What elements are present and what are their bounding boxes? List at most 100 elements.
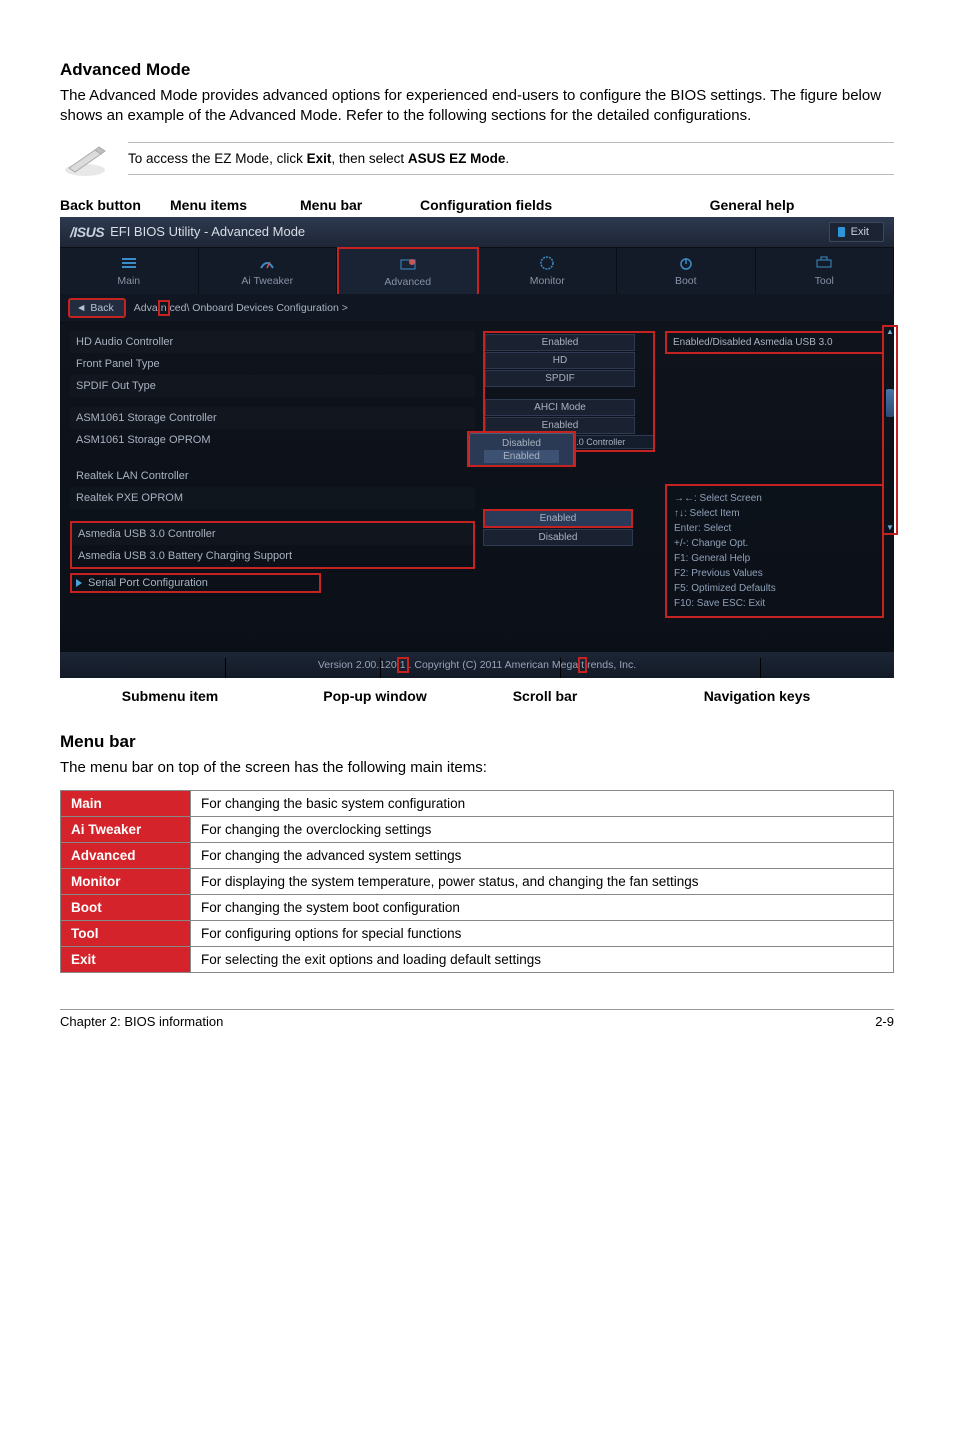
mid-column: Enabled HD SPDIF AHCI Mode Enabled Asmed…: [479, 323, 659, 651]
note-text: To access the EZ Mode, click Exit, then …: [128, 142, 894, 175]
bios-footer: Version 2.00.1201. Copyright (C) 2011 Am…: [60, 651, 894, 678]
lbl-spdif: SPDIF Out Type: [70, 380, 475, 392]
footer-mid: . Copyright (C) 2011 American Mega: [409, 659, 579, 671]
tv-ai: For changing the overclocking settings: [191, 816, 894, 842]
section2-body: The menu bar on top of the screen has th…: [60, 758, 894, 778]
table-row: ExitFor selecting the exit options and l…: [61, 946, 894, 972]
scroll-down-icon[interactable]: ▼: [885, 523, 895, 533]
back-button[interactable]: ◄ Back: [68, 298, 126, 318]
crumb-hl: n: [158, 300, 170, 316]
table-row: MainFor changing the basic system config…: [61, 790, 894, 816]
nav-line-2: Enter: Select: [674, 521, 875, 536]
bios-panel: /ISUS EFI BIOS Utility - Advanced Mode E…: [60, 217, 894, 678]
note-row: To access the EZ Mode, click Exit, then …: [60, 139, 894, 179]
val-usb-enabled[interactable]: Enabled: [483, 509, 633, 528]
lbl-usb30-batt: Asmedia USB 3.0 Battery Charging Support: [72, 550, 473, 562]
exit-button[interactable]: Exit: [829, 222, 884, 242]
footer-right: 2-9: [875, 1014, 894, 1029]
row-asm-oprom[interactable]: ASM1061 Storage OPROM: [70, 429, 475, 451]
row-realtek-pxe[interactable]: Realtek PXE OPROM: [70, 487, 475, 509]
back-row: ◄ Back Advanced\ Onboard Devices Configu…: [60, 294, 894, 323]
tk-ai: Ai Tweaker: [61, 816, 191, 842]
tk-boot: Boot: [61, 894, 191, 920]
tab-monitor[interactable]: Monitor: [479, 248, 618, 294]
lbl-serial: Serial Port Configuration: [88, 577, 208, 589]
row-hd-audio[interactable]: HD Audio Controller: [70, 331, 475, 353]
val-ahci[interactable]: AHCI Mode: [485, 399, 635, 416]
row-usb30[interactable]: Asmedia USB 3.0 Controller: [72, 523, 473, 545]
bios-body: HD Audio Controller Front Panel Type SPD…: [60, 323, 894, 651]
monitor-icon: [479, 255, 617, 271]
exit-label: Exit: [851, 226, 869, 238]
note-icon: [60, 139, 110, 179]
asus-logo: /ISUS: [70, 224, 104, 240]
top-labels-row: Back button Menu items Menu bar Configur…: [60, 197, 894, 213]
footer-pre: Version 2.00.120: [318, 659, 397, 671]
page-footer: Chapter 2: BIOS information 2-9: [60, 1009, 894, 1029]
tweaker-icon: [199, 255, 337, 271]
note-post: .: [505, 151, 509, 166]
tab-boot[interactable]: Boot: [617, 248, 756, 294]
nav-line-5: F2: Previous Values: [674, 566, 875, 581]
tab-main-label: Main: [117, 275, 140, 287]
crumb-post: ced\ Onboard Devices Configuration >: [170, 302, 348, 314]
tv-adv: For changing the advanced system setting…: [191, 842, 894, 868]
tab-main[interactable]: Main: [60, 248, 199, 294]
exit-icon: [838, 227, 845, 237]
tv-main: For changing the basic system configurat…: [191, 790, 894, 816]
tab-advanced-label: Advanced: [384, 276, 431, 288]
row-realtek-lan[interactable]: Realtek LAN Controller: [70, 465, 475, 487]
back-arrow-icon: ◄: [76, 302, 86, 314]
boot-icon: [617, 255, 755, 271]
row-spdif[interactable]: SPDIF Out Type: [70, 375, 475, 397]
footer-post: rends, Inc.: [587, 659, 636, 671]
tk-mon: Monitor: [61, 868, 191, 894]
nav-line-0: →←: Select Screen: [674, 491, 875, 506]
table-row: BootFor changing the system boot configu…: [61, 894, 894, 920]
label-general-help: General help: [610, 197, 894, 213]
tv-mon: For displaying the system temperature, p…: [191, 868, 894, 894]
note-pre: To access the EZ Mode, click: [128, 151, 307, 166]
label-popup: Pop-up window: [280, 688, 470, 704]
note-bold1: Exit: [307, 151, 332, 166]
tab-advanced[interactable]: Advanced: [337, 247, 479, 294]
lbl-front-panel: Front Panel Type: [70, 358, 475, 370]
footer-hl2: t: [578, 657, 587, 673]
row-front-panel[interactable]: Front Panel Type: [70, 353, 475, 375]
nav-line-4: F1: General Help: [674, 551, 875, 566]
scroll-up-icon[interactable]: ▲: [885, 327, 895, 337]
lbl-realtek-pxe: Realtek PXE OPROM: [70, 492, 475, 504]
label-scrollbar: Scroll bar: [470, 688, 620, 704]
menubar-table: MainFor changing the basic system config…: [60, 790, 894, 973]
popup-outline: [467, 431, 576, 467]
label-config-fields: Configuration fields: [420, 197, 610, 213]
tv-tool: For configuring options for special func…: [191, 920, 894, 946]
row-usb30-batt[interactable]: Asmedia USB 3.0 Battery Charging Support: [72, 545, 473, 567]
tv-exit: For selecting the exit options and loadi…: [191, 946, 894, 972]
tab-tool-label: Tool: [815, 275, 834, 287]
bios-tabs: Main Ai Tweaker Advanced Monitor Boot To…: [60, 248, 894, 294]
usb-group-outline: Asmedia USB 3.0 Controller Asmedia USB 3…: [70, 521, 475, 569]
scroll-thumb[interactable]: [886, 389, 894, 417]
advanced-icon: [339, 256, 477, 272]
row-asm-ctrl[interactable]: ASM1061 Storage Controller: [70, 407, 475, 429]
tk-adv: Advanced: [61, 842, 191, 868]
val-spdif[interactable]: SPDIF: [485, 370, 635, 387]
label-menu-bar: Menu bar: [300, 197, 420, 213]
table-row: ToolFor configuring options for special …: [61, 920, 894, 946]
val-usb-disabled[interactable]: Disabled: [483, 529, 633, 546]
tk-tool: Tool: [61, 920, 191, 946]
lbl-usb30: Asmedia USB 3.0 Controller: [72, 528, 473, 540]
tab-tool[interactable]: Tool: [756, 248, 895, 294]
tab-ai-tweaker[interactable]: Ai Tweaker: [199, 248, 338, 294]
nav-line-6: F5: Optimized Defaults: [674, 581, 875, 596]
val-enabled1[interactable]: Enabled: [485, 334, 635, 351]
lbl-asm-ctrl: ASM1061 Storage Controller: [70, 412, 475, 424]
main-icon: [60, 255, 198, 271]
section1-title: Advanced Mode: [60, 60, 894, 80]
nav-line-1: ↑↓: Select Item: [674, 506, 875, 521]
row-serial-submenu[interactable]: Serial Port Configuration: [70, 573, 321, 593]
general-help-box: Enabled/Disabled Asmedia USB 3.0: [665, 331, 884, 354]
val-hd[interactable]: HD: [485, 352, 635, 369]
scrollbar[interactable]: ▲ ▼: [882, 325, 898, 535]
